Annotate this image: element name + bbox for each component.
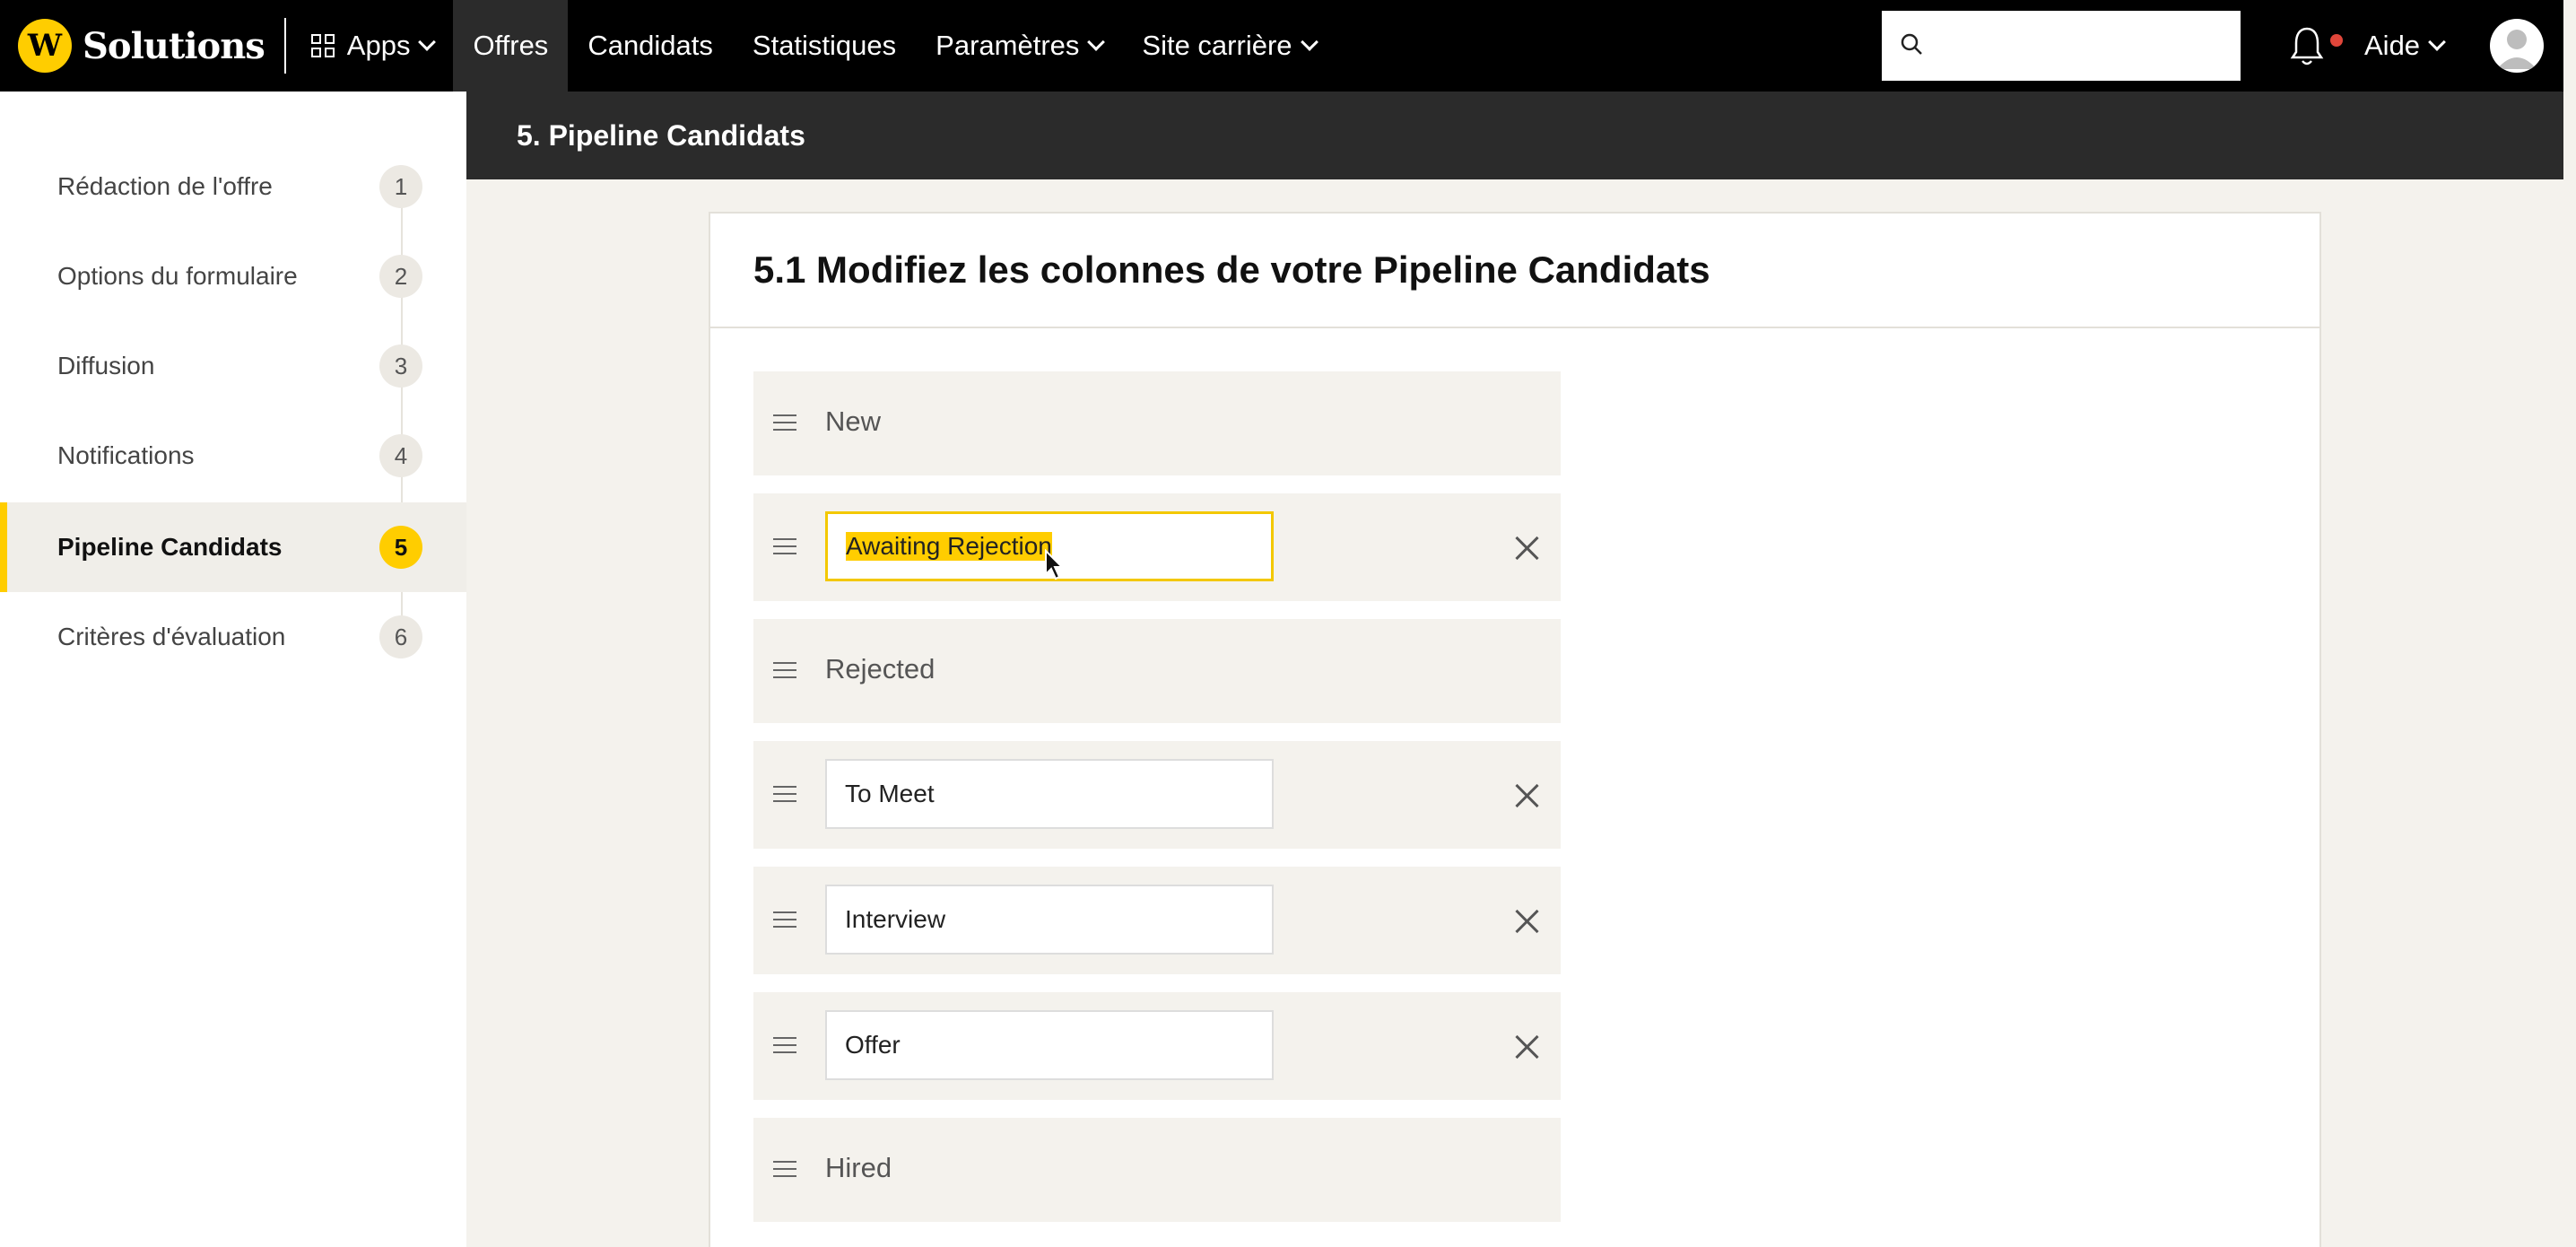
section-header: 5. Pipeline Candidats	[466, 92, 2563, 179]
step-number-badge: 4	[379, 434, 422, 477]
brand-logo[interactable]: W Solutions	[0, 0, 265, 92]
sidebar-item-options-formulaire[interactable]: Options du formulaire 2	[0, 231, 466, 321]
drag-handle-icon[interactable]	[773, 538, 796, 556]
column-label: New	[825, 405, 882, 437]
nav-statistiques[interactable]: Statistiques	[733, 0, 916, 92]
selected-text: Awaiting Rejection	[846, 532, 1052, 561]
sidebar-item-label: Notifications	[57, 441, 195, 469]
drag-handle-icon[interactable]	[773, 662, 796, 680]
pipeline-column-row: Hired	[753, 1118, 1561, 1222]
nav-candidats[interactable]: Candidats	[568, 0, 733, 92]
pipeline-columns-card: 5.1 Modifiez les colonnes de votre Pipel…	[709, 212, 2321, 1247]
nav-candidats-label: Candidats	[587, 30, 713, 61]
top-navigation: W Solutions Apps Offres Candidats Statis…	[0, 0, 2563, 92]
sidebar-item-redaction[interactable]: Rédaction de l'offre 1	[0, 142, 466, 231]
column-label: Rejected	[825, 653, 936, 685]
chevron-down-icon	[1300, 33, 1318, 51]
sidebar-item-criteres-evaluation[interactable]: Critères d'évaluation 6	[0, 592, 466, 682]
bell-icon[interactable]	[2289, 23, 2325, 68]
column-input-value: Interview	[845, 905, 946, 933]
step-number-badge: 3	[379, 344, 422, 388]
drag-handle-icon[interactable]	[773, 1037, 796, 1055]
nav-site-carriere-label: Site carrière	[1142, 30, 1292, 61]
pipeline-column-row: To Meet	[753, 741, 1561, 849]
drag-handle-icon[interactable]	[773, 786, 796, 804]
step-number-badge: 2	[379, 255, 422, 298]
nav-parametres-label: Paramètres	[936, 30, 1080, 61]
mouse-cursor-icon	[1045, 549, 1065, 580]
pipeline-column-row: Rejected	[753, 619, 1561, 723]
remove-column-close-icon[interactable]	[1514, 908, 1541, 935]
search-icon	[1901, 33, 1922, 55]
logo-mark-icon: W	[18, 19, 72, 73]
sidebar-item-label: Rédaction de l'offre	[57, 172, 273, 200]
column-input-value: Offer	[845, 1031, 901, 1059]
user-icon	[2497, 30, 2537, 69]
remove-column-close-icon[interactable]	[1514, 535, 1541, 562]
nav-parametres[interactable]: Paramètres	[916, 0, 1122, 92]
sidebar-item-diffusion[interactable]: Diffusion 3	[0, 321, 466, 411]
chevron-down-icon	[418, 33, 437, 51]
help-menu[interactable]: Aide	[2364, 0, 2446, 92]
drag-handle-icon[interactable]	[773, 414, 796, 432]
notification-dot	[2330, 34, 2343, 47]
pipeline-column-row: New	[753, 371, 1561, 475]
search-input[interactable]	[1936, 11, 2232, 81]
pipeline-column-row: Interview	[753, 867, 1561, 974]
drag-handle-icon[interactable]	[773, 911, 796, 929]
column-name-input[interactable]: Interview	[825, 885, 1274, 955]
step-number-badge: 6	[379, 615, 422, 658]
card-header: 5.1 Modifiez les colonnes de votre Pipel…	[710, 214, 2319, 328]
column-input-value: To Meet	[845, 780, 935, 807]
remove-column-close-icon[interactable]	[1514, 1033, 1541, 1060]
pipeline-column-row: Awaiting Rejection	[753, 493, 1561, 601]
remove-column-close-icon[interactable]	[1514, 782, 1541, 809]
sidebar-item-label: Pipeline Candidats	[57, 533, 283, 561]
sidebar-steps: Rédaction de l'offre 1 Options du formul…	[0, 92, 466, 1247]
step-number-badge: 1	[379, 165, 422, 208]
card-title: 5.1 Modifiez les colonnes de votre Pipel…	[753, 249, 1710, 291]
sidebar-item-notifications[interactable]: Notifications 4	[0, 411, 466, 501]
sidebar-item-label: Options du formulaire	[57, 262, 298, 290]
nav-apps[interactable]: Apps	[292, 0, 454, 92]
chevron-down-icon	[1087, 33, 1106, 51]
drag-handle-icon[interactable]	[773, 1161, 796, 1179]
help-label: Aide	[2364, 30, 2421, 61]
avatar[interactable]	[2490, 19, 2544, 73]
search-box[interactable]	[1882, 11, 2241, 81]
nav-offres-label: Offres	[473, 30, 549, 61]
nav-apps-label: Apps	[346, 30, 411, 61]
nav-offres[interactable]: Offres	[453, 0, 569, 92]
apps-grid-icon	[310, 34, 335, 57]
column-name-input[interactable]: To Meet	[825, 759, 1274, 829]
brand-name: Solutions	[83, 24, 265, 67]
pipeline-column-row: Offer	[753, 992, 1561, 1100]
sidebar-item-pipeline-candidats[interactable]: Pipeline Candidats 5	[0, 502, 466, 592]
nav-statistiques-label: Statistiques	[752, 30, 897, 61]
section-title: 5. Pipeline Candidats	[517, 118, 805, 152]
chevron-down-icon	[2428, 33, 2446, 51]
nav-divider	[283, 18, 286, 74]
column-name-input[interactable]: Offer	[825, 1010, 1274, 1080]
sidebar-item-label: Diffusion	[57, 352, 155, 379]
nav-site-carriere[interactable]: Site carrière	[1122, 0, 1335, 92]
sidebar-item-label: Critères d'évaluation	[57, 623, 286, 650]
step-number-badge: 5	[379, 526, 422, 569]
column-label: Hired	[825, 1152, 892, 1183]
